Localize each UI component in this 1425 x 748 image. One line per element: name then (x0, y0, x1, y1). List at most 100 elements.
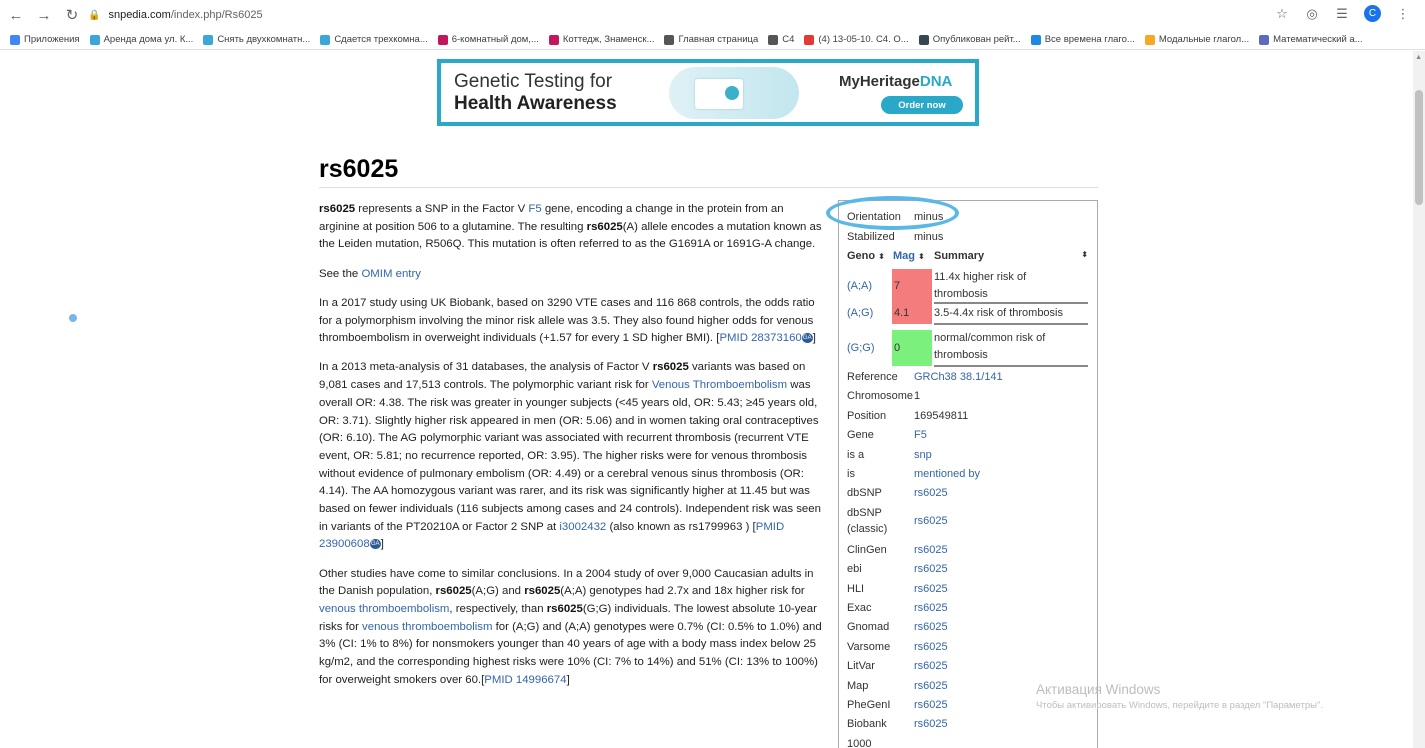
sort-icon[interactable]: ⬍ (878, 252, 885, 261)
bookmark-item[interactable]: 6-комнатный дом,... (437, 34, 539, 45)
magnitude-cell: 7 (892, 269, 932, 303)
ad-banner[interactable]: Genetic Testing for Health Awareness MyH… (437, 59, 979, 126)
infobox-row: Varsome rs6025 (847, 640, 948, 653)
infobox-row: Reference GRCh38 38.1/141 (847, 371, 1003, 383)
bookmark-favicon-icon (320, 34, 331, 45)
forward-icon[interactable]: → (32, 3, 56, 27)
bookmark-item[interactable]: (4) 13-05-10. C4. O... (804, 34, 909, 45)
link-f5[interactable]: F5 (528, 203, 541, 215)
profile-avatar[interactable]: C (1364, 5, 1381, 22)
link-pmid-14996674[interactable]: PMID 14996674 (484, 674, 566, 686)
link-pmid-28373160[interactable]: PMID 28373160 (719, 332, 801, 344)
infobox-row: is mentioned by (847, 468, 981, 480)
extension-icon[interactable]: ◎ (1304, 6, 1320, 22)
menu-icon[interactable]: ⋮ (1395, 6, 1411, 22)
bookmark-favicon-icon (437, 34, 448, 45)
bookmark-favicon-icon (89, 34, 100, 45)
infobox-row: Biobank rs6025 (847, 718, 948, 731)
infobox-row: Gene F5 (847, 429, 927, 442)
row-divider (934, 323, 1088, 325)
magnitude-cell: 0 (892, 330, 932, 366)
bookmark-item[interactable]: C4 (768, 34, 794, 45)
genotype-link[interactable]: (A;A) (847, 278, 872, 295)
paragraph-intro: rs6025 represents a SNP in the Factor V … (319, 203, 822, 251)
infobox-row: Gnomad rs6025 (847, 621, 948, 634)
paragraph-omim: See the OMIM entry (319, 267, 421, 280)
bookmark-item[interactable]: Опубликован рейт... (918, 34, 1021, 45)
page-title: rs6025 (319, 155, 399, 183)
ad-order-button[interactable]: Order now (881, 96, 963, 114)
summary-header[interactable]: Summary ⬍ (934, 250, 1088, 262)
bookmark-favicon-icon (768, 34, 779, 45)
paragraph-2004-study: Other studies have come to similar concl… (319, 567, 822, 686)
ga-badge-icon[interactable]: GA (369, 539, 381, 550)
genotype-row: (A;G) 4.1 3.5-4.4x risk of thrombosis (847, 303, 1091, 325)
scroll-up-icon[interactable]: ▲ (1415, 54, 1422, 61)
paragraph-2013-meta: In a 2013 meta-analysis of 31 databases,… (319, 361, 821, 551)
bookmark-favicon-icon (804, 34, 815, 45)
annotation-circle (826, 196, 959, 230)
link-i3002432[interactable]: i3002432 (559, 521, 606, 533)
bookmarks-bar: Приложения Аренда дома ул. К... Снять двух… (0, 30, 1425, 50)
title-divider (319, 187, 1098, 188)
summary-cell: normal/common risk of thrombosis (934, 332, 1046, 361)
address-bar[interactable]: 🔒 snpedia.com/index.php/Rs6025 (78, 4, 1318, 26)
bookmark-favicon-icon (1144, 34, 1155, 45)
bookmark-favicon-icon (664, 34, 675, 45)
reading-list-icon[interactable]: ☰ (1334, 6, 1350, 22)
paragraph-2017-study: In a 2017 study using UK Biobank, based … (319, 296, 816, 345)
link-omim-entry[interactable]: OMIM entry (361, 268, 421, 280)
ga-badge-icon[interactable]: GA (801, 333, 813, 344)
sort-icon[interactable]: ⬍ (1081, 250, 1088, 259)
bookmark-favicon-icon (1259, 34, 1270, 45)
bookmark-favicon-icon (918, 34, 929, 45)
lock-icon: 🔒 (88, 9, 101, 21)
infobox-row: ebi rs6025 (847, 563, 948, 576)
bookmark-item[interactable]: Коттедж, Знаменск... (548, 34, 654, 45)
infobox-row: is a snp (847, 448, 932, 461)
sort-icon[interactable]: ⬍ (918, 252, 925, 261)
bookmark-item[interactable]: Все времена глаго... (1030, 34, 1135, 45)
genotype-link[interactable]: (G;G) (847, 340, 875, 357)
bookmark-item[interactable]: Приложения (10, 34, 80, 45)
cursor-dot (69, 314, 77, 322)
windows-activation-title: Активация Windows (1036, 682, 1161, 697)
bookmark-item[interactable]: Главная страница (664, 34, 758, 45)
ad-headline-2: Health Awareness (454, 92, 617, 114)
infobox-row: dbSNP rs6025 (847, 487, 948, 500)
browser-toolbar: ← → ↻ 🔒 snpedia.com/index.php/Rs6025 ☆ ◎… (0, 0, 1425, 30)
row-divider (934, 365, 1088, 367)
infobox-row: HLI rs6025 (847, 582, 948, 595)
bookmark-item[interactable]: Модальные глагол... (1144, 34, 1249, 45)
scrollbar-thumb[interactable] (1415, 90, 1423, 205)
infobox-row: Chromosome 1 (847, 390, 921, 403)
infobox-row: Exac rs6025 (847, 602, 948, 614)
bookmark-item[interactable]: Снять двухкомнатн... (203, 34, 310, 45)
link-venous-thromboembolism[interactable]: Venous Thromboembolism (652, 379, 787, 391)
infobox-row: Position 169549811 (847, 409, 969, 422)
bookmark-favicon-icon (203, 34, 214, 45)
bookmark-item[interactable]: Сдается трехкомна... (320, 34, 428, 45)
genotype-link[interactable]: (A;G) (847, 305, 873, 322)
mag-header[interactable]: Mag ⬍ (893, 250, 925, 262)
summary-cell: 11.4x higher risk of thrombosis (934, 271, 1027, 300)
url-text: snpedia.com/index.php/Rs6025 (108, 9, 263, 21)
apps-grid-icon (10, 34, 20, 45)
geno-header[interactable]: Geno ⬍ (847, 250, 885, 262)
back-icon[interactable]: ← (4, 3, 28, 27)
link-venous-thromboembolism-2[interactable]: venous thromboembolism (319, 603, 449, 615)
infobox-row: PheGenI rs6025 (847, 699, 948, 711)
infobox-row: dbSNP (classic) rs6025 (847, 506, 948, 535)
genotype-row: (A;A) 7 11.4x higher risk of thrombosis (847, 269, 1091, 304)
magnitude-cell: 4.1 (892, 303, 932, 324)
infobox-row: Map rs6025 (847, 679, 948, 692)
ad-brand-logo: MyHeritageDNA (839, 73, 953, 90)
bookmark-item[interactable]: Аренда дома ул. К... (89, 34, 193, 45)
infobox-row: 1000 (847, 737, 872, 748)
windows-activation-subtitle: Чтобы активировать Windows, перейдите в … (1036, 700, 1323, 711)
star-icon[interactable]: ☆ (1274, 6, 1290, 22)
summary-cell: 3.5-4.4x risk of thrombosis (934, 307, 1063, 319)
link-venous-thromboembolism-3[interactable]: venous thromboembolism (362, 621, 492, 633)
bookmark-item[interactable]: Математический а... (1259, 34, 1363, 45)
bookmark-favicon-icon (548, 34, 559, 45)
